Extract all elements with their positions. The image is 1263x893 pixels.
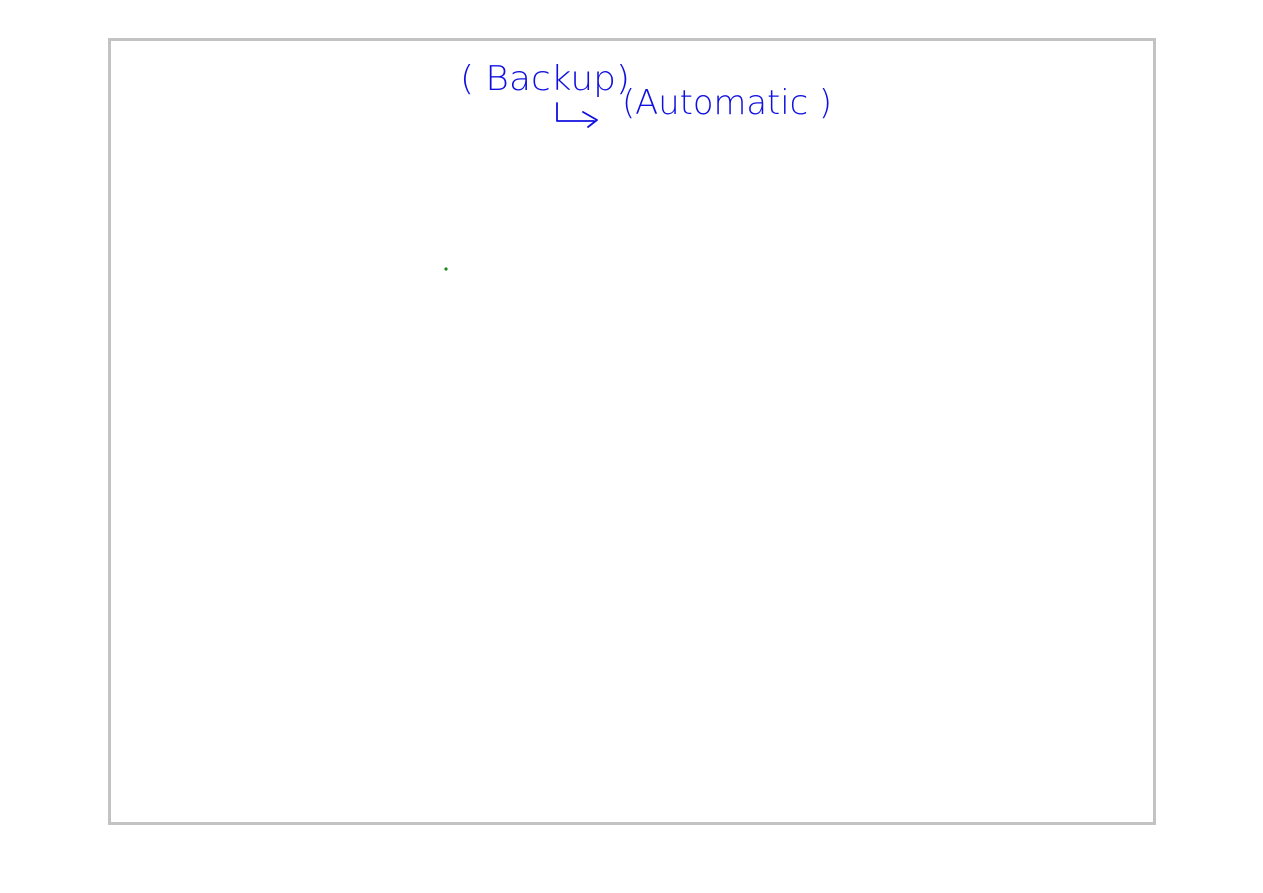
- whiteboard-canvas[interactable]: [108, 38, 1156, 825]
